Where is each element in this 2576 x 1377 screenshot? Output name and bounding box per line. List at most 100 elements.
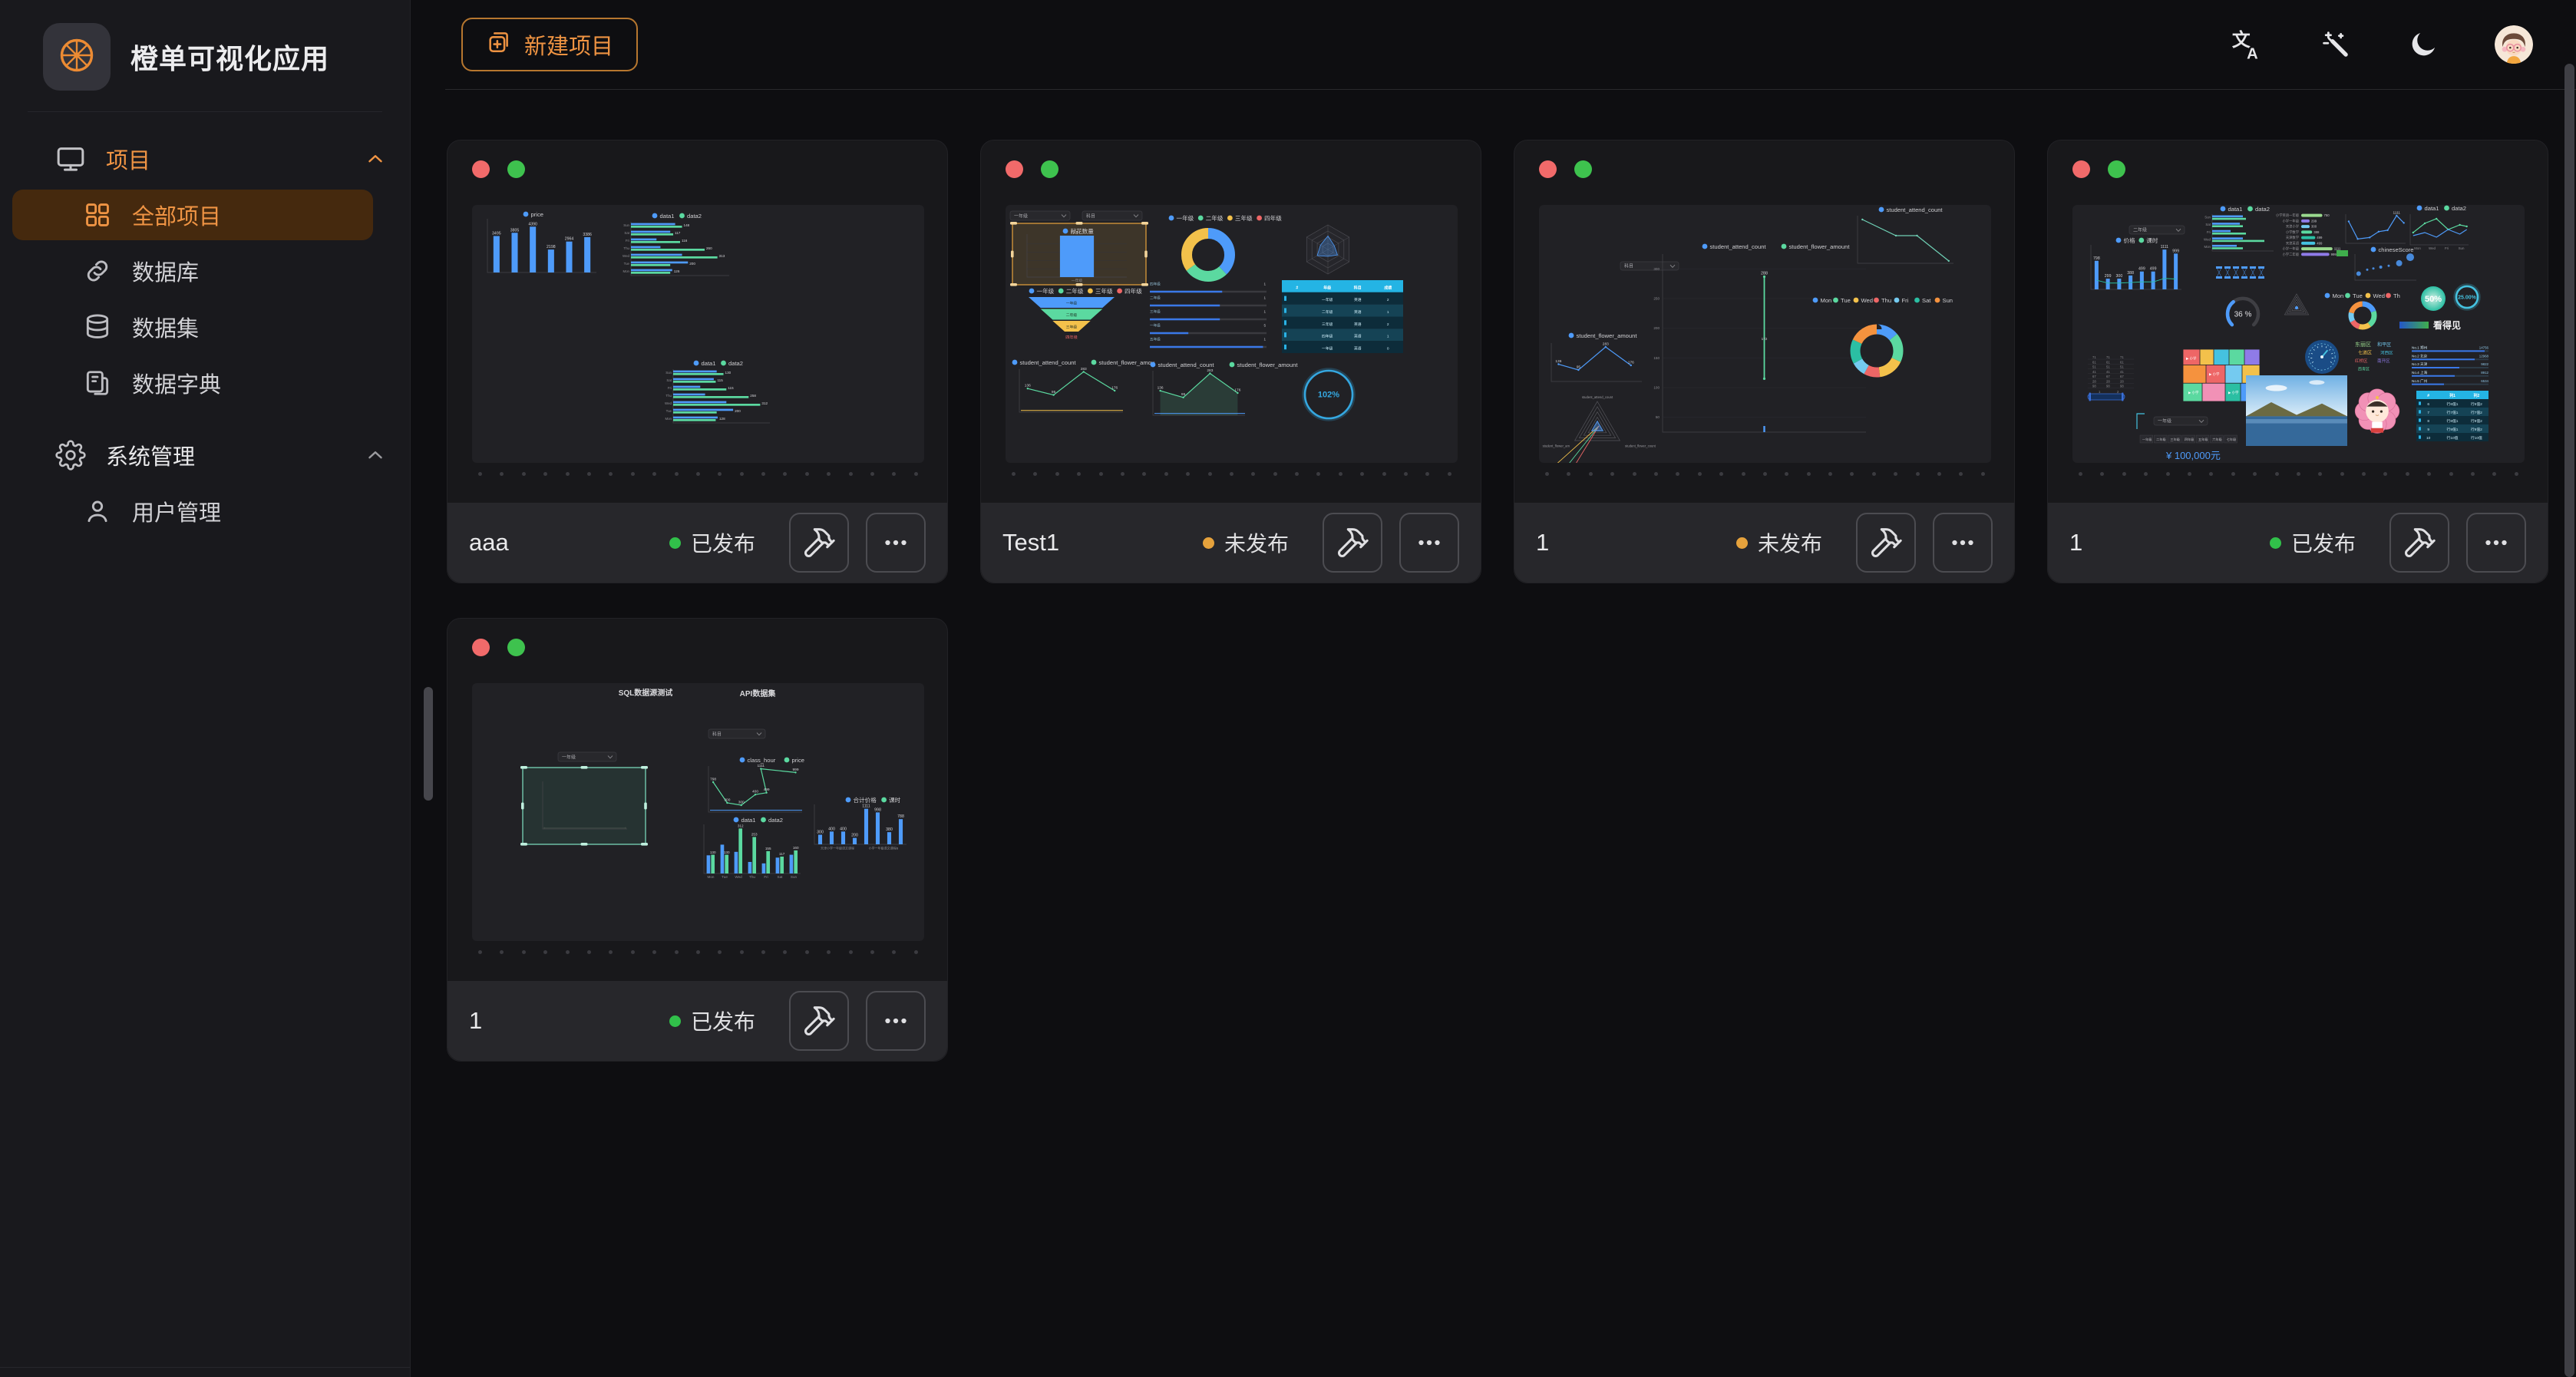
svg-text:Sun: Sun	[1943, 297, 1953, 304]
more-actions-button[interactable]	[866, 991, 926, 1051]
svg-text:98: 98	[2092, 385, 2096, 388]
svg-text:行8值2: 行8值2	[2471, 418, 2482, 424]
grid-dot	[1208, 472, 1212, 476]
svg-text:四年级: 四年级	[1150, 282, 1161, 287]
svg-text:data1: data1	[2228, 206, 2243, 213]
dark-mode-icon[interactable]	[2407, 28, 2439, 61]
grid-dot	[1099, 472, 1103, 476]
svg-text:200: 200	[851, 834, 858, 838]
svg-text:130: 130	[710, 850, 716, 854]
svg-text:116: 116	[682, 239, 688, 243]
svg-text:12968: 12968	[2479, 354, 2489, 358]
dictionary-icon	[83, 368, 112, 398]
green-dot	[2108, 160, 2125, 178]
svg-text:一年级: 一年级	[1322, 346, 1333, 352]
svg-text:Sun: Sun	[2459, 246, 2465, 250]
status-dot	[669, 1015, 681, 1027]
svg-text:Tue: Tue	[722, 875, 728, 879]
project-preview[interactable]: price349538054390219829643386data1data2S…	[472, 205, 924, 463]
sidebar-item-数据字典[interactable]: 数据字典	[12, 358, 373, 408]
sidebar-group-系统管理[interactable]: 系统管理	[0, 430, 387, 480]
svg-text:2: 2	[2117, 390, 2119, 394]
language-icon[interactable]: 文 A	[2231, 28, 2264, 61]
more-actions-button[interactable]	[866, 513, 926, 573]
chevron-up-icon[interactable]	[364, 147, 387, 170]
grid-dot	[718, 472, 722, 476]
svg-text:天津英语: 天津英语	[2286, 240, 2300, 246]
svg-text:388: 388	[2313, 230, 2320, 234]
svg-text:3495: 3495	[492, 231, 501, 236]
svg-text:400: 400	[828, 827, 835, 831]
svg-text:1111: 1111	[757, 764, 765, 768]
orange-slice-icon	[57, 35, 97, 79]
grid-dot	[566, 950, 570, 954]
new-project-button[interactable]: 新建项目	[461, 18, 638, 71]
main-scrollbar[interactable]	[2564, 64, 2574, 1377]
svg-text:No.5 广州: No.5 广州	[2412, 378, 2428, 384]
svg-text:300: 300	[724, 797, 730, 802]
svg-text:130: 130	[725, 371, 732, 375]
sidebar-item-全部项目[interactable]: 全部项目	[12, 190, 373, 240]
project-preview[interactable]: SQL数据源测试API数据集科目一年级class_hourprice798300…	[472, 683, 924, 941]
svg-text:200: 200	[1653, 326, 1660, 330]
edit-project-button[interactable]	[2389, 513, 2449, 573]
chevron-up-icon[interactable]	[364, 444, 387, 467]
svg-text:499: 499	[764, 788, 770, 792]
sidebar-item-数据库[interactable]: 数据库	[12, 246, 373, 296]
svg-text:Fri: Fri	[668, 386, 672, 390]
more-actions-button[interactable]	[1933, 513, 1993, 573]
more-actions-button[interactable]	[1399, 513, 1459, 573]
sidebar-item-数据集[interactable]: 数据集	[12, 302, 373, 352]
more-actions-button[interactable]	[2466, 513, 2526, 573]
svg-text:二年级: 二年级	[1066, 312, 1078, 318]
link-icon	[83, 256, 112, 286]
grid-dot	[1567, 472, 1570, 476]
project-card[interactable]: 一年级科目献花数量5一年级一年级二年级三年级四年级一年级二年级三年级四年级一年级…	[980, 140, 1481, 583]
project-preview[interactable]: data1data2SunSatFriWedMon小学英语一年级750小学一年级…	[2072, 205, 2525, 463]
grid-dot	[1589, 472, 1593, 476]
svg-text:Sat: Sat	[666, 378, 672, 382]
svg-text:一年级: 一年级	[1150, 323, 1161, 329]
magic-wand-icon[interactable]	[2320, 28, 2352, 61]
edit-project-button[interactable]	[1856, 513, 1916, 573]
svg-text:一年级: 一年级	[1322, 297, 1333, 302]
svg-text:Wed: Wed	[623, 254, 630, 258]
edit-project-button[interactable]	[789, 513, 849, 573]
svg-text:499: 499	[2317, 236, 2323, 239]
svg-text:¥ 100,000元: ¥ 100,000元	[2165, 450, 2221, 461]
svg-text:三年级: 三年级	[1322, 322, 1333, 327]
svg-text:1: 1	[1263, 310, 1266, 314]
svg-text:行6值1: 行6值1	[2447, 401, 2459, 407]
project-card[interactable]: SQL数据源测试API数据集科目一年级class_hourprice798300…	[447, 618, 948, 1062]
svg-text:data2: data2	[2255, 206, 2270, 213]
svg-text:Wed: Wed	[665, 401, 672, 405]
grid-dot	[827, 950, 831, 954]
edit-project-button[interactable]	[1323, 513, 1382, 573]
svg-text:200: 200	[735, 409, 741, 413]
grid-dot	[2427, 472, 2431, 476]
project-card[interactable]: student_attend_count科目student_attend_cou…	[1514, 140, 2015, 583]
sidebar-item-用户管理[interactable]: 用户管理	[12, 486, 373, 537]
svg-text:312: 312	[761, 401, 768, 405]
status-label: 已发布	[691, 1006, 755, 1036]
svg-text:二年级: 二年级	[1322, 309, 1333, 315]
svg-text:Fri: Fri	[1902, 297, 1909, 304]
sidebar-group-项目[interactable]: 项目	[0, 134, 387, 184]
grid-dot	[914, 472, 918, 476]
svg-text:300: 300	[1653, 267, 1660, 271]
project-preview[interactable]: student_attend_count科目student_attend_cou…	[1539, 205, 1991, 463]
svg-text:data2: data2	[768, 817, 783, 824]
card-footer: Test1 未发布	[981, 503, 1481, 583]
svg-text:400: 400	[840, 827, 847, 831]
sidebar-item-label: 数据字典	[132, 367, 221, 399]
project-name: aaa	[469, 529, 509, 556]
project-card[interactable]: data1data2SunSatFriWedMon小学英语一年级750小学一年级…	[2047, 140, 2548, 583]
svg-text:Fri: Fri	[2445, 246, 2449, 250]
sidebar-scrollbar[interactable]	[424, 687, 433, 801]
project-card[interactable]: price349538054390219829643386data1data2S…	[447, 140, 948, 583]
edit-project-button[interactable]	[789, 991, 849, 1051]
project-preview[interactable]: 一年级科目献花数量5一年级一年级二年级三年级四年级一年级二年级三年级四年级一年级…	[1006, 205, 1458, 463]
svg-text:四年级: 四年级	[1264, 214, 1282, 222]
user-avatar[interactable]	[2495, 25, 2533, 64]
svg-text:3805: 3805	[510, 228, 520, 233]
